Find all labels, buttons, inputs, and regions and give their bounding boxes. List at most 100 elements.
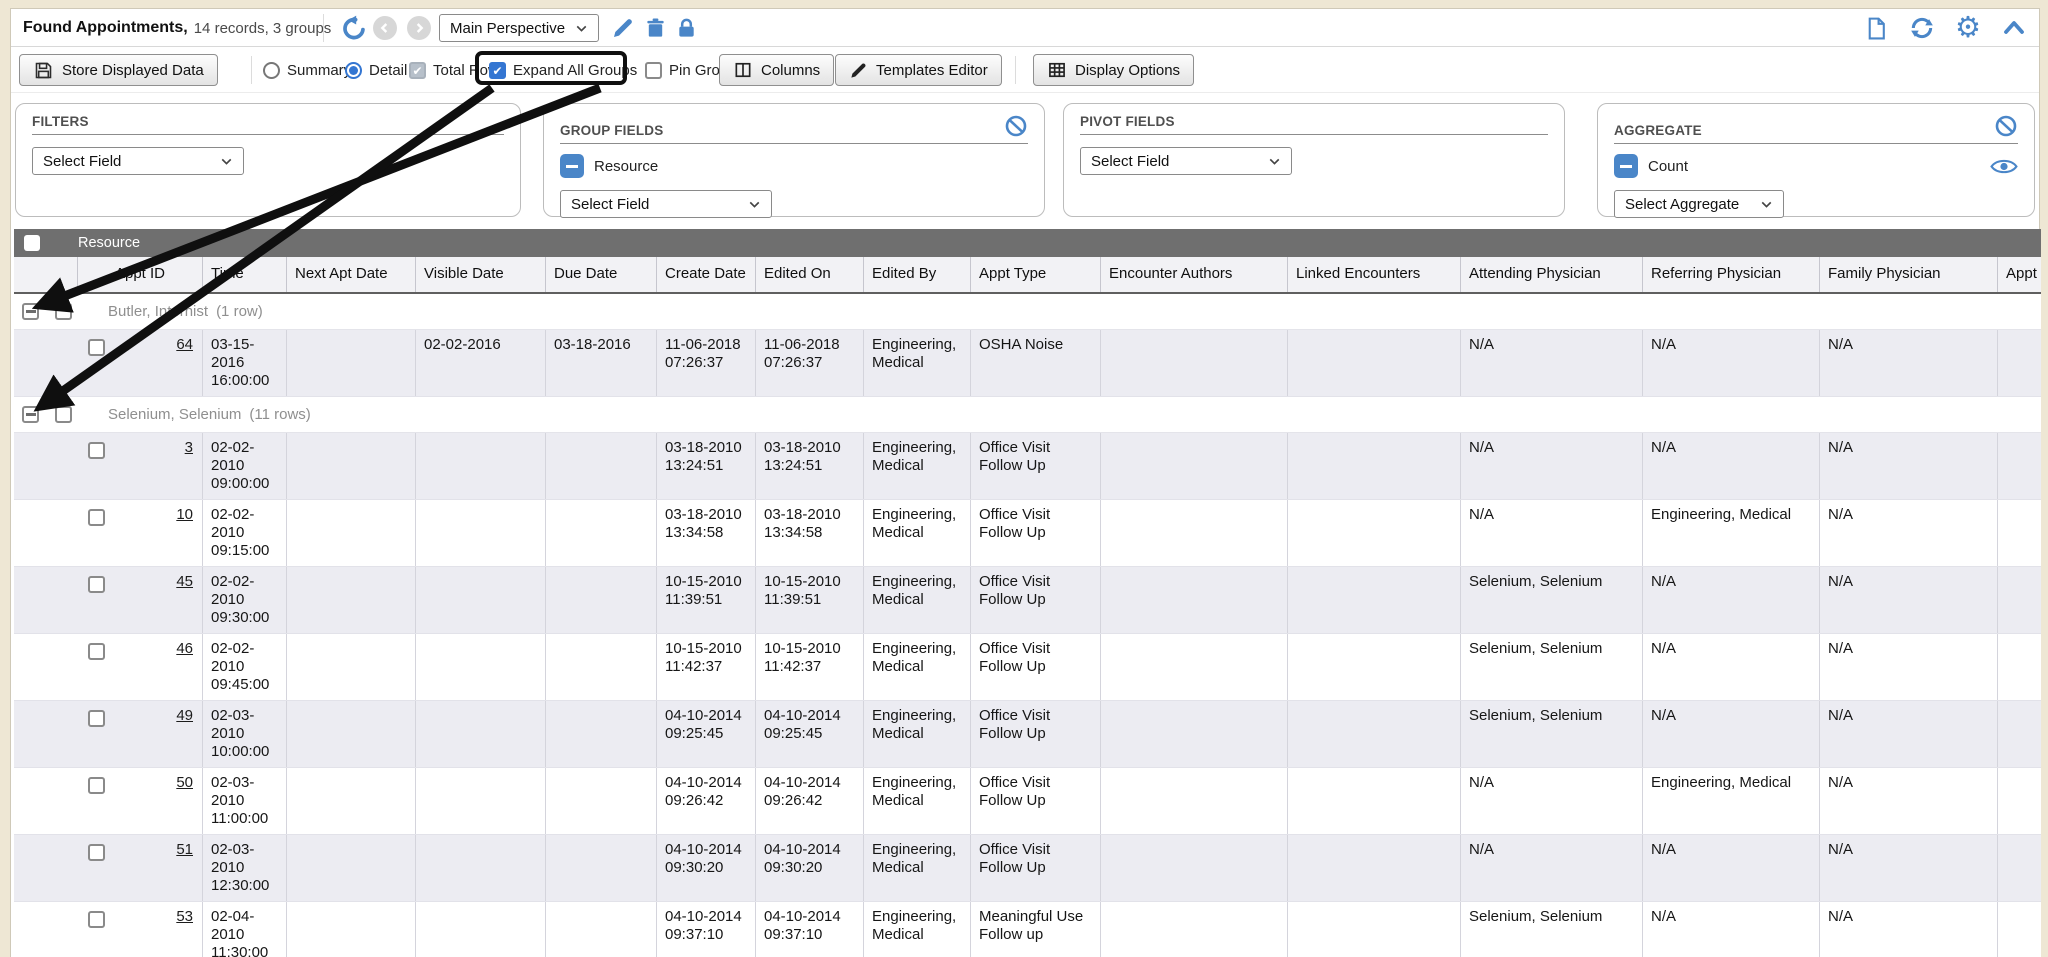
group-collapse-checkbox[interactable] [22,303,39,320]
group-collapse-checkbox[interactable] [22,406,39,423]
column-header-attending-physician[interactable]: Attending Physician [1461,257,1643,292]
cell-linked-encounters [1288,701,1461,767]
cell-appt-re [1998,701,2041,767]
perspective-select[interactable]: Main Perspective [439,14,599,42]
cell-appt-type: Office Visit Follow Up [971,500,1101,566]
appt-id-link[interactable]: 49 [176,707,202,725]
cell-linked-encounters [1288,768,1461,834]
row-select-checkbox[interactable] [88,643,105,660]
cell-attending-physician: N/A [1461,330,1643,396]
detail-radio[interactable] [345,62,362,79]
columns-button[interactable]: Columns [719,54,834,86]
cell-create-date: 03-18-2010 13:34:58 [657,500,756,566]
column-header-referring-physician[interactable]: Referring Physician [1643,257,1820,292]
column-header-encounter-authors[interactable]: Encounter Authors [1101,257,1288,292]
appt-id-link[interactable]: 51 [176,841,202,859]
prev-perspective-button[interactable] [373,9,397,47]
display-options-button[interactable]: Display Options [1033,54,1194,86]
clear-group-fields-button[interactable] [1004,114,1028,138]
summary-radio[interactable] [263,62,280,79]
appt-id-link[interactable]: 45 [176,573,202,591]
chevron-down-icon [746,196,763,213]
remove-count-aggregate-button[interactable] [1614,154,1638,178]
cell-appt-type: Office Visit Follow Up [971,701,1101,767]
toggle-count-visibility-button[interactable] [1990,157,2018,176]
next-perspective-button[interactable] [407,9,431,47]
cell-due-date [546,433,657,499]
cell-due-date [546,567,657,633]
cell-next-apt-date [287,330,416,396]
pivot-fields-select[interactable]: Select Field [1080,147,1292,175]
lock-perspective-button[interactable] [675,9,698,47]
delete-perspective-button[interactable] [644,9,667,47]
appt-id-link[interactable]: 3 [185,439,202,457]
appt-id-link[interactable]: 46 [176,640,202,658]
column-header-family-physician[interactable]: Family Physician [1820,257,1998,292]
total-row-checkbox[interactable] [409,62,426,79]
appt-id-link[interactable]: 64 [176,336,202,354]
cell-attending-physician: N/A [1461,835,1643,901]
column-header-linked-encounters[interactable]: Linked Encounters [1288,257,1461,292]
row-select-checkbox[interactable] [88,844,105,861]
ban-icon [1004,114,1028,138]
toolbar: Store Displayed Data Summary Detail Tota… [11,48,2039,93]
cell-edited-by: Engineering, Medical [864,835,971,901]
row-select-checkbox[interactable] [88,710,105,727]
cell-linked-encounters [1288,500,1461,566]
cell-due-date [546,701,657,767]
group-select-checkbox[interactable] [55,303,72,320]
column-header-appt-re[interactable]: Appt Re [1998,257,2041,292]
expand-all-groups-checkbox[interactable] [489,62,506,79]
cell-time: 02-02-2010 09:15:00 [203,500,287,566]
appt-id-link[interactable]: 50 [176,774,202,792]
settings-button[interactable]: ⚙ [1955,14,1981,43]
appt-id-link[interactable]: 53 [176,908,202,926]
select-all-checkbox[interactable] [24,235,40,251]
new-document-button[interactable] [1864,16,1889,41]
ban-icon [1994,114,2018,138]
divider [323,14,324,42]
cell-encounter-authors [1101,835,1288,901]
collapse-panel-button[interactable] [2001,16,2027,40]
cell-linked-encounters [1288,902,1461,957]
appt-id-link[interactable]: 10 [176,506,202,524]
row-select-checkbox[interactable] [88,339,105,356]
row-select-checkbox[interactable] [88,576,105,593]
aggregate-select[interactable]: Select Aggregate [1614,190,1784,218]
clear-aggregate-button[interactable] [1994,114,2018,138]
pin-groups-checkbox[interactable] [645,62,662,79]
remove-resource-group-button[interactable] [560,154,584,178]
cell-due-date [546,768,657,834]
column-header-edited-on[interactable]: Edited On [756,257,864,292]
row-select-checkbox[interactable] [88,777,105,794]
column-header-select[interactable] [14,257,78,292]
group-select-checkbox[interactable] [55,406,72,423]
refresh-button[interactable] [1909,15,1935,41]
column-header-appt-id[interactable]: Appt ID [78,257,203,292]
cell-family-physician: N/A [1820,902,1998,957]
undo-button[interactable] [341,9,368,47]
column-header-next-apt-date[interactable]: Next Apt Date [287,257,416,292]
edit-perspective-button[interactable] [611,9,635,47]
filters-field-select[interactable]: Select Field [32,147,244,175]
row-select-checkbox[interactable] [88,442,105,459]
column-header-create-date[interactable]: Create Date [657,257,756,292]
cell-visible-date [416,567,546,633]
detail-label: Detail [369,62,407,79]
column-header-edited-by[interactable]: Edited By [864,257,971,292]
columns-icon [733,60,753,80]
cell-time: 03-15-2016 16:00:00 [203,330,287,396]
group-row-count: (11 rows) [249,406,310,423]
group-fields-select[interactable]: Select Field [560,190,772,218]
store-displayed-data-button[interactable]: Store Displayed Data [19,54,218,86]
row-select-checkbox[interactable] [88,509,105,526]
row-select-checkbox[interactable] [88,911,105,928]
column-header-visible-date[interactable]: Visible Date [416,257,546,292]
cell-edited-by: Engineering, Medical [864,330,971,396]
column-header-time[interactable]: Time [203,257,287,292]
column-header-appt-type[interactable]: Appt Type [971,257,1101,292]
templates-editor-button[interactable]: Templates Editor [835,54,1002,86]
column-header-due-date[interactable]: Due Date [546,257,657,292]
cell-due-date [546,902,657,957]
cell-linked-encounters [1288,634,1461,700]
